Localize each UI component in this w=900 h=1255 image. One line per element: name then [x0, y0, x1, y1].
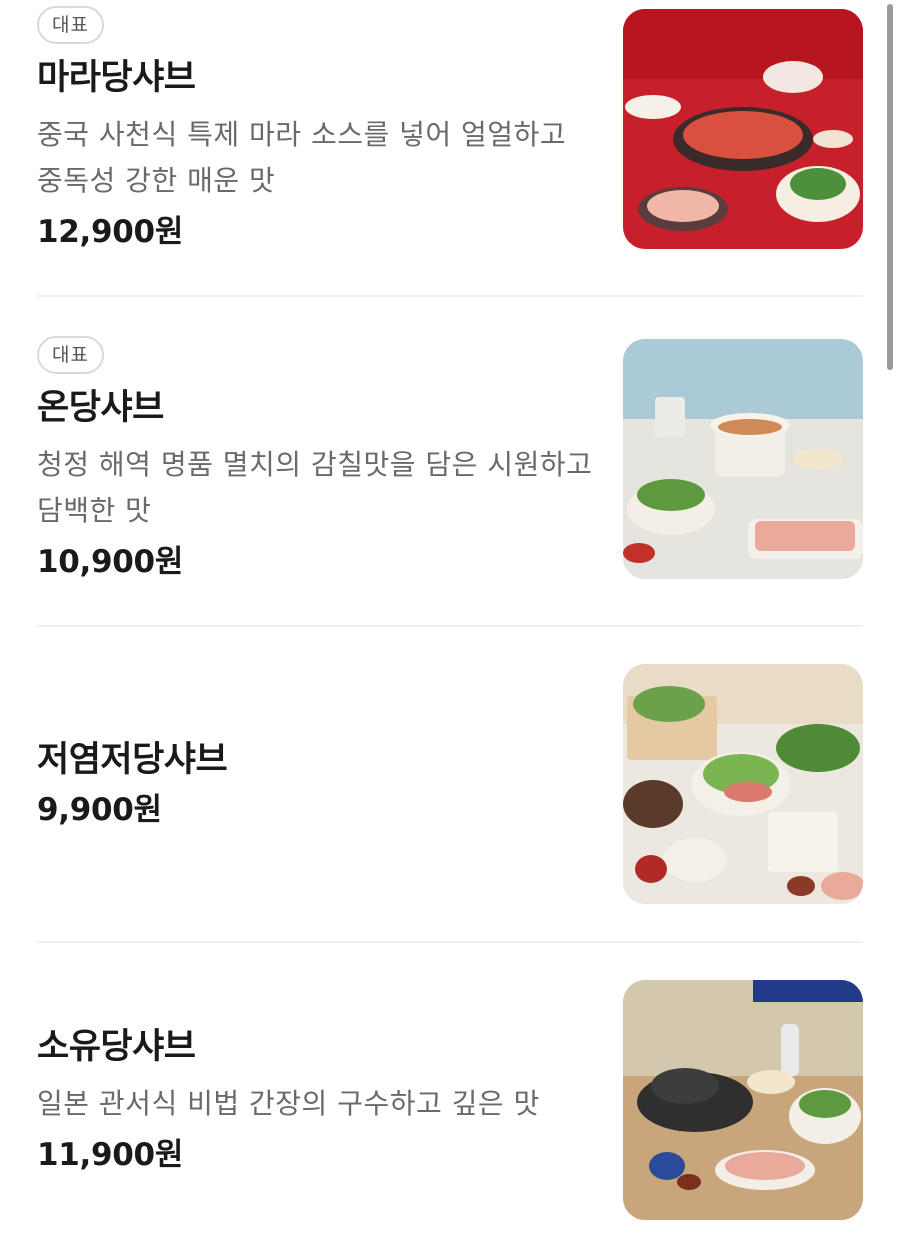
- soy-shabu-photo[interactable]: [623, 980, 863, 1220]
- menu-item-info: 소유당샤브 일본 관서식 비법 간장의 구수하고 깊은 맛 11,900원: [37, 1025, 597, 1175]
- menu-item-price: 12,900원: [37, 214, 184, 250]
- low-salt-low-sugar-shabu-photo[interactable]: [623, 664, 863, 904]
- menu-item-description: 청정 해역 명품 멸치의 감칠맛을 담은 시원하고 담백한 맛: [37, 448, 593, 527]
- menu-item-info: 대표 마라당샤브 중국 사천식 특제 마라 소스를 넣어 얼얼하고 중독성 강한…: [37, 6, 597, 252]
- menu-item-name: 소유당샤브: [37, 1027, 196, 1067]
- menu-item-name: 온당샤브: [37, 388, 164, 428]
- menu-list: 대표 마라당샤브 중국 사천식 특제 마라 소스를 넣어 얼얼하고 중독성 강한…: [0, 0, 900, 1255]
- ondang-shabu-photo-icon: [623, 339, 863, 579]
- ondang-shabu-photo[interactable]: [623, 339, 863, 579]
- menu-item-description: 중국 사천식 특제 마라 소스를 넣어 얼얼하고 중독성 강한 매운 맛: [37, 118, 567, 197]
- menu-item-low-salt-shabu[interactable]: 저염저당샤브 9,900원: [37, 664, 863, 904]
- menu-item-name: 마라당샤브: [37, 58, 196, 98]
- menu-item-mala-shabu[interactable]: 대표 마라당샤브 중국 사천식 특제 마라 소스를 넣어 얼얼하고 중독성 강한…: [37, 6, 863, 252]
- low-salt-low-sugar-shabu-photo-icon: [623, 664, 863, 904]
- menu-item-info: 대표 온당샤브 청정 해역 명품 멸치의 감칠맛을 담은 시원하고 담백한 맛 …: [37, 336, 597, 582]
- signature-badge: 대표: [37, 6, 104, 44]
- scrollbar[interactable]: [887, 4, 893, 370]
- signature-badge: 대표: [37, 336, 104, 374]
- mala-shabu-photo-icon: [623, 9, 863, 249]
- menu-item-price: 10,900원: [37, 544, 184, 580]
- mala-shabu-photo[interactable]: [623, 9, 863, 249]
- divider: [37, 625, 863, 627]
- menu-item-price: 11,900원: [37, 1137, 184, 1173]
- menu-item-soy-shabu[interactable]: 소유당샤브 일본 관서식 비법 간장의 구수하고 깊은 맛 11,900원: [37, 980, 863, 1220]
- divider: [37, 295, 863, 297]
- menu-item-description: 일본 관서식 비법 간장의 구수하고 깊은 맛: [37, 1087, 540, 1120]
- divider: [37, 941, 863, 943]
- soy-shabu-photo-icon: [623, 980, 863, 1220]
- menu-item-ondang-shabu[interactable]: 대표 온당샤브 청정 해역 명품 멸치의 감칠맛을 담은 시원하고 담백한 맛 …: [37, 336, 863, 582]
- menu-item-name: 저염저당샤브: [37, 740, 228, 780]
- menu-item-info: 저염저당샤브 9,900원: [37, 738, 597, 830]
- menu-item-price: 9,900원: [37, 792, 162, 828]
